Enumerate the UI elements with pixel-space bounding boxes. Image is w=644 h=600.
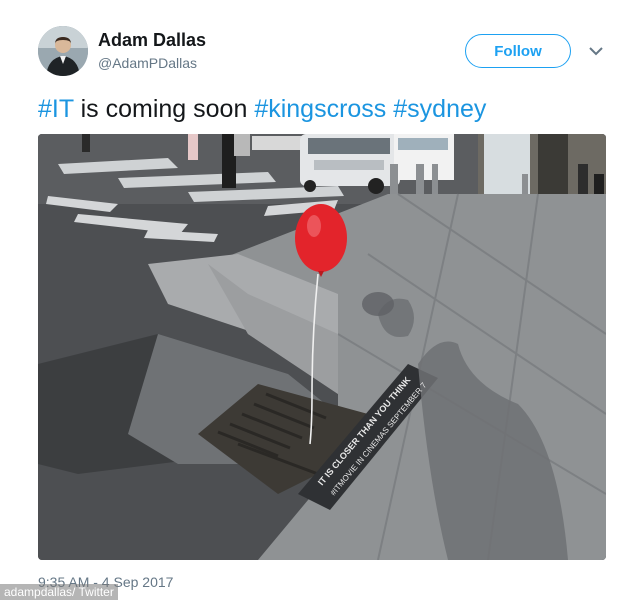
tweet-text-segment: is coming soon [73,95,255,123]
avatar[interactable] [38,26,88,76]
follow-button[interactable]: Follow [465,34,571,68]
user-handle[interactable]: @AdamPDallas [98,55,197,71]
tweet-text: #IT is coming soon #kingscross #sydney [38,92,486,126]
chevron-down-icon[interactable] [588,44,604,56]
tweet-photo[interactable]: IT IS CLOSER THAN YOU THINK #ITMOVIE IN … [38,134,606,560]
hashtag-link[interactable]: #sydney [393,95,486,123]
hashtag-link[interactable]: #IT [38,95,74,123]
photo-credit: adampdallas/ Twitter [0,584,118,600]
user-name[interactable]: Adam Dallas [98,30,206,51]
avatar-image [38,26,88,76]
hashtag-link[interactable]: #kingscross [254,95,386,123]
